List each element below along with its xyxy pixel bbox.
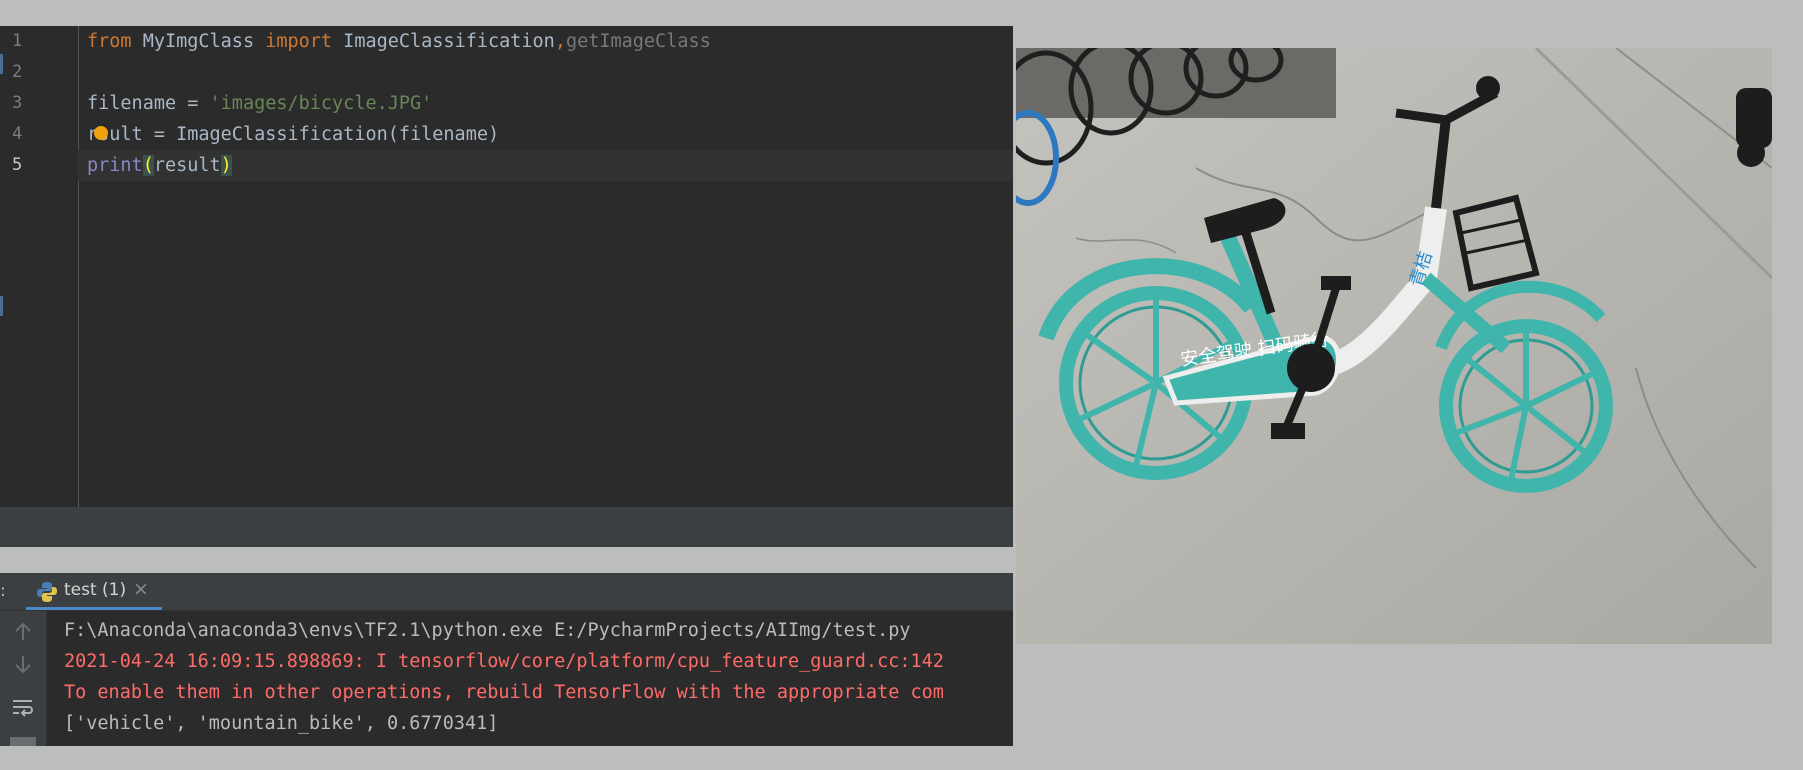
console-line: F:\Anaconda\anaconda3\envs\TF2.1\python.…	[64, 620, 911, 641]
keyword-from: from	[87, 31, 132, 52]
console-toolbar	[0, 611, 47, 746]
more-icon[interactable]	[10, 737, 36, 746]
string-literal: 'images/bicycle.JPG'	[209, 93, 433, 114]
bicycle-illustration: 安全驾驶 扫码骑行 青桔	[1016, 48, 1772, 644]
line-number-gutter: 1 2 3 4 5	[0, 26, 79, 533]
arrow-down-icon[interactable]	[10, 651, 36, 677]
code-line-5[interactable]: print(result)	[78, 150, 1013, 181]
python-icon	[37, 582, 57, 602]
paren-close: )	[220, 155, 232, 176]
run-tool-window-header: : test (1) ×	[0, 573, 1013, 611]
change-marker	[0, 54, 3, 74]
run-tab-label: test (1)	[64, 580, 127, 600]
code-line-3[interactable]: filename = 'images/bicycle.JPG'	[87, 88, 1013, 119]
keyword-import: import	[265, 31, 333, 52]
console-error-line: 2021-04-24 16:09:15.898869: I tensorflow…	[64, 651, 944, 672]
line-number: 4	[12, 124, 23, 144]
arrow-up-icon[interactable]	[10, 619, 36, 645]
line-number: 3	[12, 93, 23, 113]
line-number: 2	[12, 62, 23, 82]
console-error-line: To enable them in other operations, rebu…	[64, 682, 944, 703]
tool-window-label: :	[0, 581, 6, 601]
soft-wrap-icon[interactable]	[10, 695, 36, 721]
console-result-line: ['vehicle', 'mountain_bike', 0.6770341]	[64, 713, 499, 734]
paren-open: (	[142, 155, 154, 176]
code-line-4[interactable]: rsult = ImageClassification(filename)	[87, 119, 1013, 150]
close-icon[interactable]: ×	[133, 578, 149, 600]
code-line-1[interactable]: from MyImgClass import ImageClassificati…	[87, 26, 1013, 57]
argument: result	[153, 155, 221, 176]
change-marker	[0, 296, 3, 316]
bicycle-photo: 安全驾驶 扫码骑行 青桔	[1016, 48, 1772, 644]
module-name: MyImgClass	[131, 31, 266, 52]
run-tab-test[interactable]: test (1) ×	[26, 573, 162, 610]
import-name: ImageClassification	[332, 31, 555, 52]
assignment: filename =	[87, 93, 210, 114]
line-number: 1	[12, 31, 23, 51]
builtin-print: print	[87, 155, 143, 176]
console-output: F:\Anaconda\anaconda3\envs\TF2.1\python.…	[64, 615, 1013, 739]
code-editor[interactable]: 1 2 3 4 5 from MyImgClass import ImageCl…	[0, 26, 1013, 533]
run-console[interactable]: F:\Anaconda\anaconda3\envs\TF2.1\python.…	[0, 611, 1013, 746]
code-text: sult = ImageClassification(filename)	[98, 124, 500, 145]
line-number: 5	[12, 155, 23, 175]
unused-import-name: getImageClass	[565, 31, 711, 52]
comma: ,	[554, 31, 566, 52]
editor-bottom-bar	[0, 507, 1013, 547]
